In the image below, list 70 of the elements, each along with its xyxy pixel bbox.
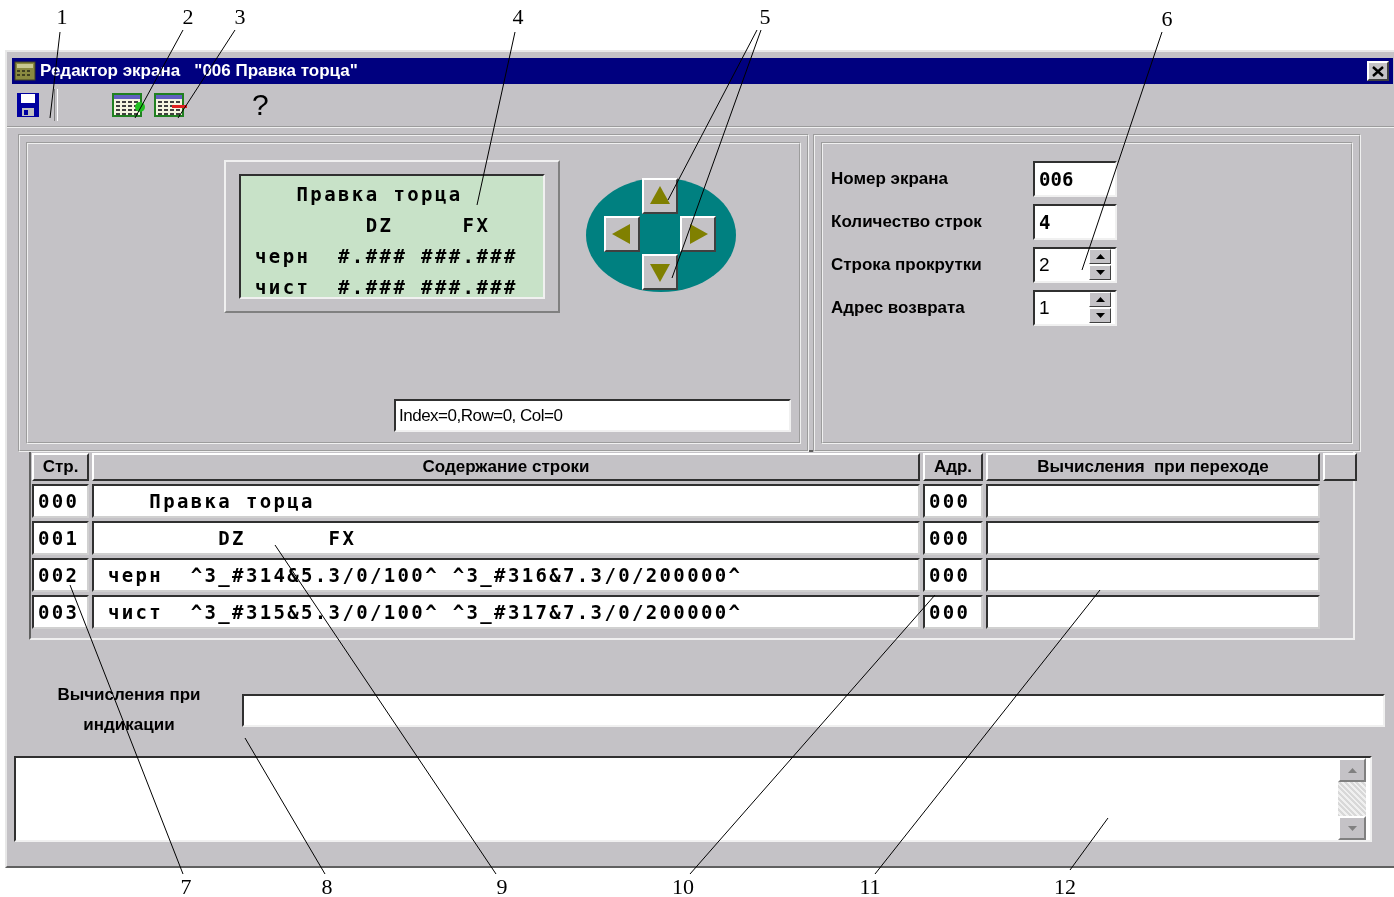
- column-header[interactable]: Содержание строки: [92, 453, 920, 481]
- save-icon: [16, 92, 40, 118]
- column-header[interactable]: Стр.: [32, 453, 89, 481]
- arrow-button[interactable]: [680, 215, 716, 252]
- caret-down-icon: [1095, 270, 1105, 275]
- save-button[interactable]: [16, 92, 40, 118]
- callout-number: 5: [759, 4, 771, 29]
- field-label: Строка прокрутки: [831, 254, 983, 275]
- callout-number: 4: [512, 4, 524, 29]
- display-line: Правка торца: [295, 182, 464, 207]
- scroll-up-button[interactable]: [1338, 758, 1366, 782]
- field-label: Адрес возврата: [831, 297, 966, 318]
- spin-field[interactable]: 1: [1033, 289, 1117, 326]
- caret-up-icon: [1095, 254, 1105, 259]
- table-cell: 000: [32, 484, 89, 518]
- display-line: DZ FX: [364, 213, 492, 238]
- callout-number: 7: [180, 874, 192, 897]
- display-line: чист #.### ###.###: [255, 275, 519, 300]
- field-label: Количество строк: [831, 211, 983, 232]
- caret-down-icon: [1095, 313, 1105, 318]
- spin-up-button[interactable]: [1089, 292, 1111, 307]
- spin-field[interactable]: 2: [1033, 246, 1117, 283]
- display-line: черн #.### ###.###: [255, 244, 519, 269]
- column-header[interactable]: Адр.: [923, 453, 983, 481]
- input-field[interactable]: 4: [1033, 203, 1117, 240]
- table-dot-icon: [112, 91, 146, 119]
- callout-number: 12: [1054, 874, 1076, 897]
- close-button[interactable]: [1367, 61, 1389, 81]
- table-cell: DZ FX: [92, 521, 920, 555]
- column-header[interactable]: Вычисления при переходе: [986, 453, 1320, 481]
- callout-number: 1: [56, 4, 68, 29]
- input-field[interactable]: 006: [1033, 160, 1117, 197]
- table-cell: 000: [923, 484, 983, 518]
- spin-down-button[interactable]: [1089, 308, 1111, 323]
- table-cell: 000: [923, 558, 983, 592]
- callout-number: 3: [234, 4, 246, 29]
- table-cell: 001: [32, 521, 89, 555]
- caret-up-icon: [1347, 767, 1357, 773]
- callout-number: 9: [496, 874, 508, 897]
- arrow-button[interactable]: [604, 215, 640, 252]
- window-title: Редактор экрана "006 Правка торца": [40, 61, 359, 81]
- toolbar-button[interactable]: [112, 91, 146, 119]
- scroll-down-button[interactable]: [1338, 816, 1366, 840]
- callout-number: 6: [1161, 6, 1173, 31]
- input-field[interactable]: [242, 693, 1385, 727]
- arrow-button[interactable]: [642, 177, 678, 214]
- table-cell: 002: [32, 558, 89, 592]
- caret-down-icon: [1347, 825, 1357, 831]
- table-cell: 000: [923, 521, 983, 555]
- callout-number: 8: [321, 874, 333, 897]
- callout-number: 10: [672, 874, 694, 897]
- table-cell: 000: [923, 595, 983, 629]
- calculator-icon: [14, 61, 36, 81]
- table-cell: 003: [32, 595, 89, 629]
- help-button[interactable]: ?: [252, 89, 269, 121]
- text-area[interactable]: [14, 756, 1372, 842]
- arrow-button[interactable]: [642, 253, 678, 290]
- callout-number: 11: [859, 874, 881, 897]
- callout-number: 2: [182, 4, 194, 29]
- toolbar-button[interactable]: [154, 91, 188, 119]
- table-cell: Правка торца: [92, 484, 920, 518]
- caret-up-icon: [1095, 297, 1105, 302]
- status-field[interactable]: Index=0,Row=0, Col=0: [394, 399, 791, 432]
- table-line-icon: [154, 91, 188, 119]
- spin-down-button[interactable]: [1089, 265, 1111, 280]
- scrollbar[interactable]: [1338, 758, 1366, 840]
- spin-up-button[interactable]: [1089, 249, 1111, 264]
- field-label: Номер экрана: [831, 168, 950, 189]
- table-cell: чист ^3_#315&5.3/0/100^ ^3_#317&7.3/0/200000^: [92, 595, 920, 629]
- close-icon: [1372, 65, 1384, 77]
